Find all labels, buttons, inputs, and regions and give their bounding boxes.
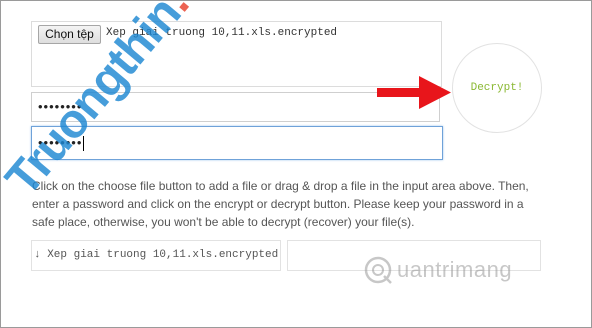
quantrimang-logo-icon (364, 256, 392, 284)
watermark-right: uantrimang (363, 255, 512, 285)
download-link[interactable]: ↓ Xep giai truong 10,11.xls.encrypted (31, 240, 281, 271)
decrypt-button[interactable]: Decrypt! (452, 43, 542, 133)
instructions-text: Click on the choose file button to add a… (32, 179, 529, 229)
choose-file-button[interactable]: Chọn tệp (38, 25, 101, 44)
page-frame: Chọn tệp Xep giai truong 10,11.xls.encry… (0, 0, 592, 328)
red-arrow-annotation (377, 76, 451, 109)
decrypt-button-label: Decrypt! (470, 82, 524, 94)
watermark-right-text: uantrimang (397, 257, 513, 282)
